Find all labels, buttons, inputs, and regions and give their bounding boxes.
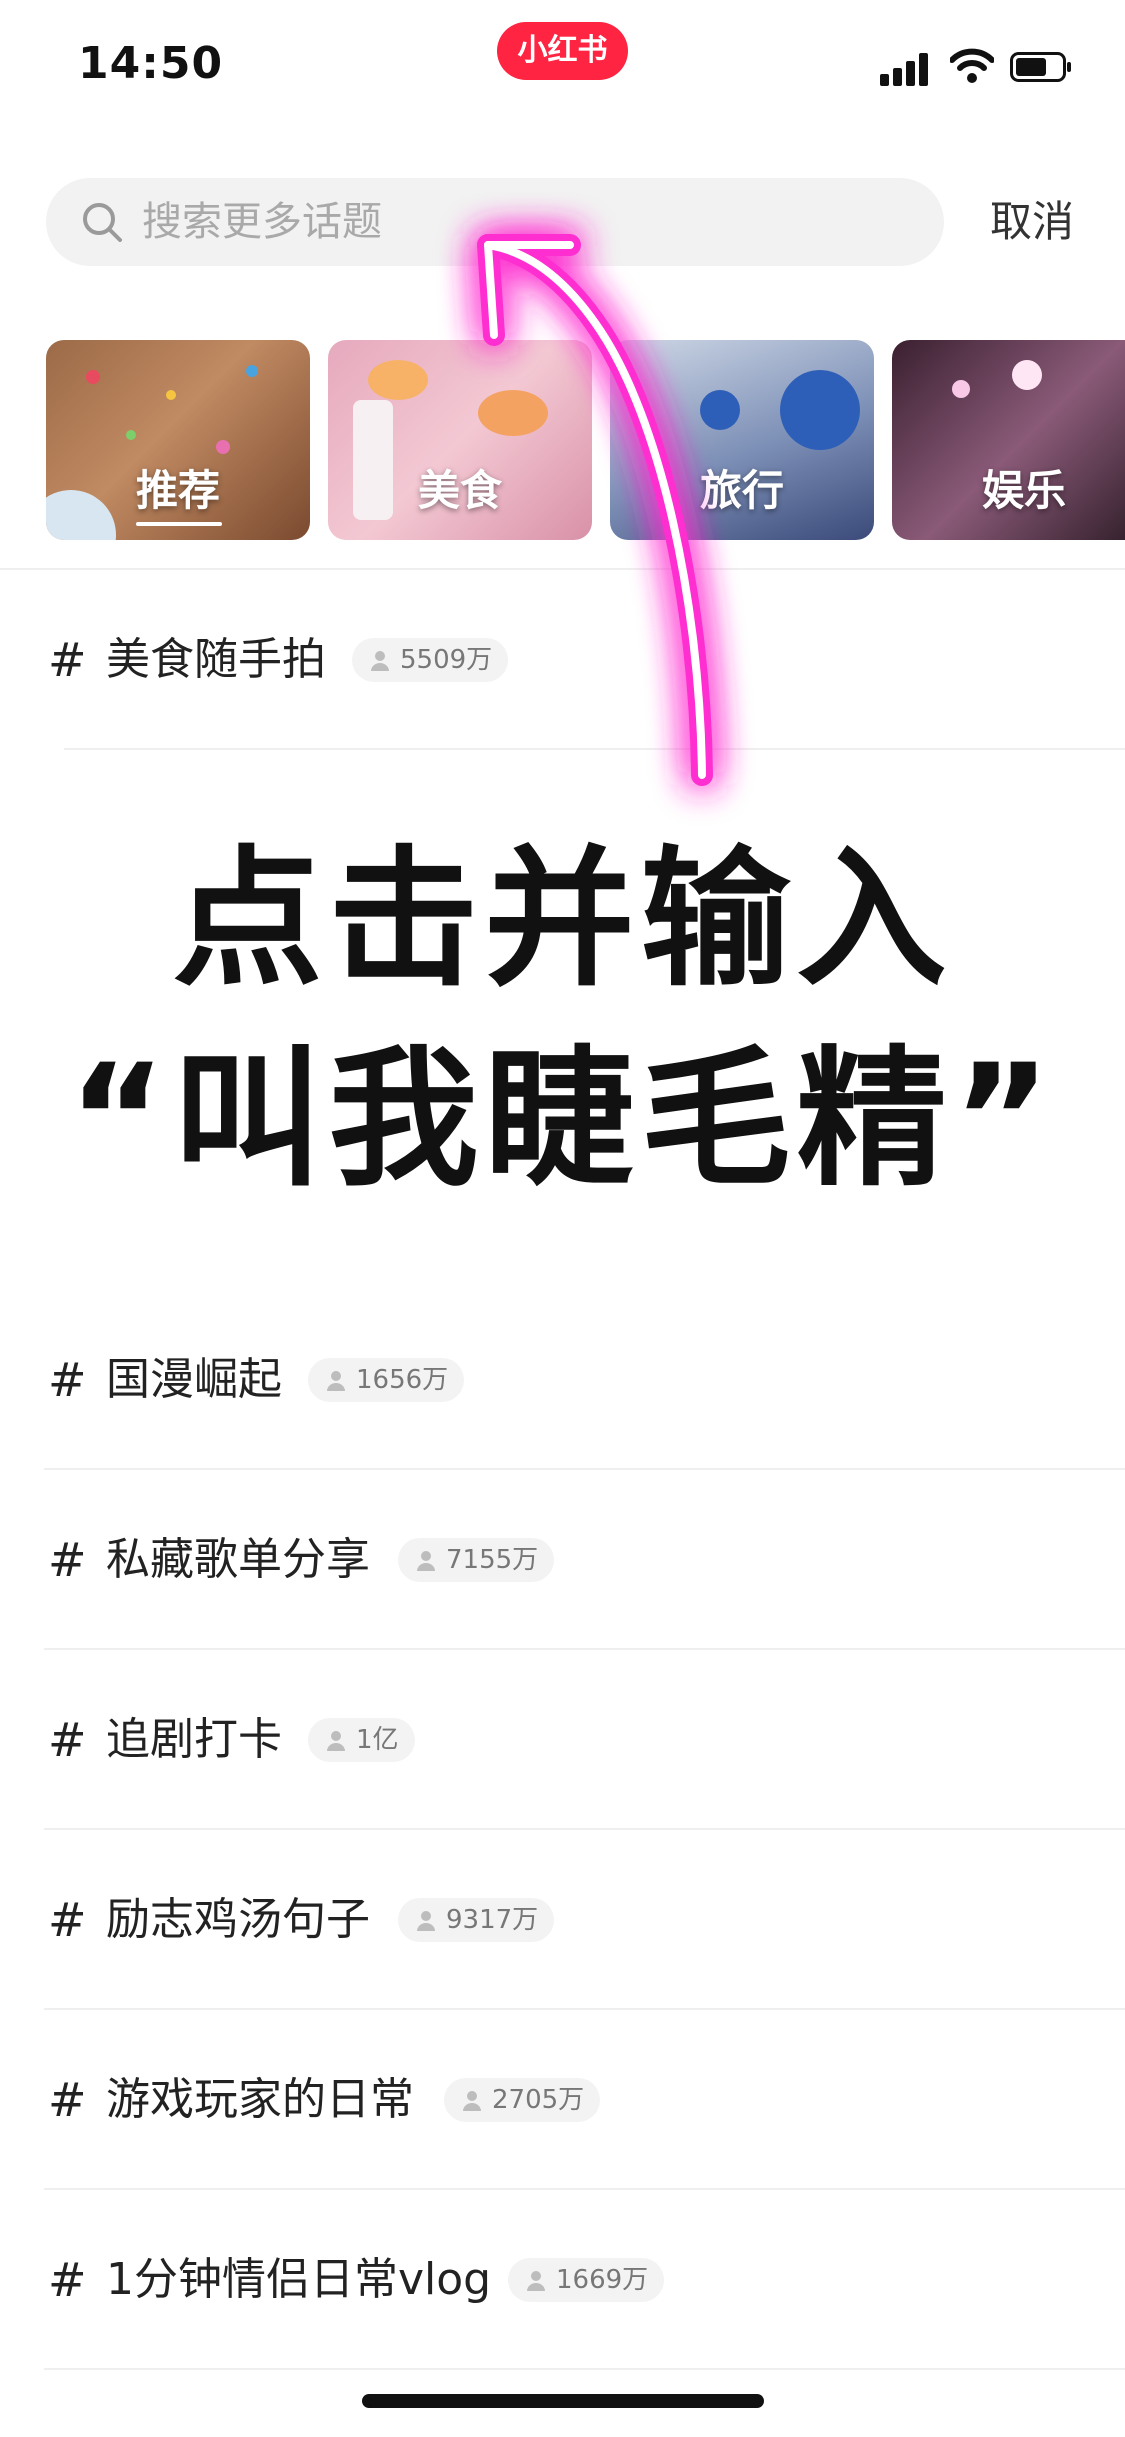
- participant-count-badge: 1656万: [308, 1358, 465, 1402]
- participant-count-badge: 1亿: [308, 1718, 415, 1762]
- cancel-button[interactable]: 取消: [990, 194, 1074, 250]
- participant-count-badge: 1669万: [508, 2258, 665, 2302]
- participant-count: 2705万: [492, 2085, 585, 2115]
- participant-count: 9317万: [446, 1905, 539, 1935]
- topic-row[interactable]: # 游戏玩家的日常 2705万: [44, 2010, 1125, 2190]
- battery-icon: [1010, 52, 1071, 82]
- person-icon: [463, 2091, 481, 2111]
- home-indicator[interactable]: [362, 2394, 764, 2408]
- participant-count: 1669万: [556, 2265, 649, 2295]
- search-input[interactable]: 搜索更多话题: [46, 178, 944, 266]
- search-placeholder: 搜索更多话题: [142, 199, 382, 245]
- category-card-travel[interactable]: 旅行: [610, 340, 874, 540]
- topic-row[interactable]: # 1分钟情侣日常vlog 1669万: [44, 2190, 1125, 2370]
- topic-row[interactable]: # 国漫崛起 1656万: [44, 1290, 1125, 1470]
- person-icon: [417, 1911, 435, 1931]
- topic-name: 国漫崛起: [106, 1354, 282, 1405]
- participant-count: 5509万: [400, 645, 493, 675]
- hashtag-icon: #: [48, 1533, 87, 1587]
- status-time: 14:50: [78, 38, 224, 89]
- hashtag-icon: #: [48, 1713, 87, 1767]
- category-carousel: 推荐 美食 旅行 娱乐: [0, 340, 1125, 540]
- topic-row[interactable]: # 励志鸡汤句子 9317万: [44, 1830, 1125, 2010]
- divider: [64, 748, 1125, 750]
- person-icon: [371, 651, 389, 671]
- category-label: 旅行: [699, 466, 784, 515]
- topic-name: 励志鸡汤句子: [106, 1894, 370, 1945]
- search-icon: [83, 203, 122, 242]
- category-label: 美食: [417, 466, 502, 515]
- category-card-food[interactable]: 美食: [328, 340, 592, 540]
- person-icon: [417, 1551, 435, 1571]
- selected-indicator: [136, 522, 222, 526]
- status-bar: 14:50 小红书: [0, 0, 1125, 130]
- participant-count: 1656万: [356, 1365, 449, 1395]
- hashtag-icon: #: [48, 1893, 87, 1947]
- participant-count: 7155万: [446, 1545, 539, 1575]
- cellular-signal-icon: [880, 52, 932, 86]
- search-header: 搜索更多话题 取消: [0, 130, 1125, 310]
- participant-count-badge: 5509万: [352, 638, 509, 682]
- instruction-line-1: 点击并输入: [172, 833, 953, 1007]
- category-card-entertainment[interactable]: 娱乐: [892, 340, 1125, 540]
- category-label: 娱乐: [981, 466, 1066, 515]
- topic-row[interactable]: # 追剧打卡 1亿: [44, 1650, 1125, 1830]
- wifi-icon: [950, 48, 994, 83]
- topic-row[interactable]: # 美食随手拍 5509万: [44, 570, 1125, 750]
- hashtag-icon: #: [48, 1353, 87, 1407]
- participant-count-badge: 9317万: [398, 1898, 555, 1942]
- category-label: 推荐: [135, 466, 220, 515]
- topic-name: 私藏歌单分享: [106, 1534, 370, 1585]
- category-card-recommend[interactable]: 推荐: [46, 340, 310, 540]
- person-icon: [327, 1371, 345, 1391]
- hashtag-icon: #: [48, 2073, 87, 2127]
- topic-name: 游戏玩家的日常: [106, 2074, 414, 2125]
- hashtag-icon: #: [48, 633, 87, 687]
- person-icon: [527, 2271, 545, 2291]
- topic-name: 美食随手拍: [106, 634, 326, 685]
- divider: [44, 2368, 1125, 2370]
- participant-count-badge: 7155万: [398, 1538, 555, 1582]
- participant-count-badge: 2705万: [444, 2078, 601, 2122]
- topic-name: 1分钟情侣日常vlog: [106, 2254, 492, 2305]
- instruction-line-2: “叫我睫毛精”: [67, 1033, 1058, 1207]
- hashtag-icon: #: [48, 2253, 87, 2307]
- topic-name: 追剧打卡: [106, 1714, 282, 1765]
- person-icon: [327, 1731, 345, 1751]
- participant-count: 1亿: [356, 1725, 399, 1755]
- topic-row[interactable]: # 私藏歌单分享 7155万: [44, 1470, 1125, 1650]
- app-logo-badge: 小红书: [497, 22, 628, 80]
